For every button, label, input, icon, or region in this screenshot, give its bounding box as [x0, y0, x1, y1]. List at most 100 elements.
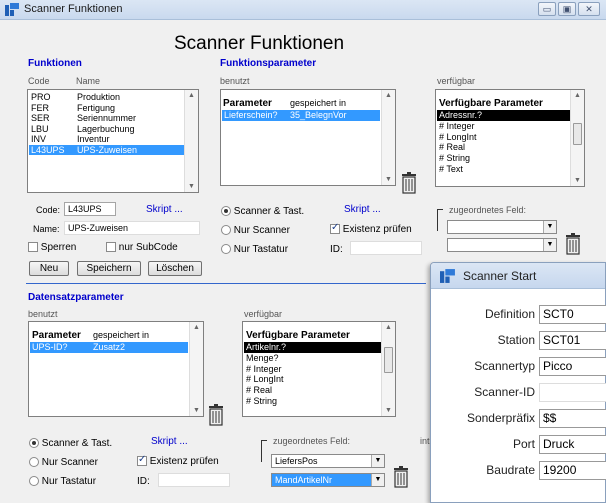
chevron-down-icon[interactable]: ▼ — [543, 239, 556, 251]
fp-field-combo-1[interactable]: ▼ — [447, 220, 557, 234]
funktion-name: Produktion — [77, 92, 121, 102]
dp-field-combo-1[interactable]: LiefersPos ▼ — [271, 454, 385, 468]
scanner-start-field-label: Scannertyp — [474, 359, 535, 373]
funktion-row[interactable]: FER Fertigung — [29, 103, 185, 113]
fp-zugeordnet-label: zugeordnetes Feld: — [449, 205, 527, 215]
fp-trash-icon[interactable] — [401, 172, 417, 194]
available-param-row[interactable]: Adressnr.? — [437, 110, 570, 121]
minimize-icon[interactable]: ▭ — [538, 2, 556, 16]
scroll-down-icon[interactable]: ▼ — [188, 183, 195, 190]
dp-used-list[interactable]: Parameter gespeichert in UPS-ID? Zusatz2… — [28, 321, 204, 417]
fp-skript-link[interactable]: Skript ... — [344, 204, 381, 215]
close-icon[interactable]: ✕ — [578, 2, 600, 16]
subcode-label: nur SubCode — [118, 242, 178, 253]
fp-used-saved: 35_BelegnVor — [290, 110, 347, 120]
scroll-thumb[interactable] — [384, 347, 393, 373]
scroll-down-icon[interactable]: ▼ — [385, 176, 392, 183]
funktion-row[interactable]: SER Seriennummer — [29, 113, 185, 123]
dp-used-scrollbar[interactable]: ▲ ▼ — [189, 322, 203, 416]
fp-existenz-checkbox[interactable]: Existenz prüfen — [330, 222, 412, 235]
maximize-icon[interactable]: ▣ — [558, 2, 576, 16]
dp-radio-nur-scanner[interactable]: Nur Scanner — [29, 457, 98, 468]
window-title: Scanner Funktionen — [24, 3, 123, 15]
dp-used-saved: Zusatz2 — [93, 342, 126, 352]
col-code-label: Code — [28, 76, 50, 86]
available-param-row[interactable]: # LongInt — [244, 374, 381, 385]
available-param-row[interactable]: # String — [244, 396, 381, 407]
funktionen-scrollbar[interactable]: ▲ ▼ — [184, 90, 198, 192]
dp-field-trash-icon[interactable] — [393, 466, 409, 488]
funktion-code: PRO — [31, 92, 51, 102]
scanner-start-field-value[interactable] — [539, 383, 606, 402]
scroll-up-icon[interactable]: ▲ — [574, 92, 581, 99]
available-param-row[interactable]: # Real — [244, 385, 381, 396]
dp-combo1-value: LiefersPos — [275, 456, 318, 466]
available-param-row[interactable]: Menge? — [244, 353, 381, 364]
scroll-thumb[interactable] — [573, 123, 582, 145]
dp-avail-scrollbar[interactable]: ▲ ▼ — [381, 322, 395, 416]
chevron-down-icon[interactable]: ▼ — [371, 455, 384, 467]
funktion-row[interactable]: INV Inventur — [29, 134, 185, 144]
available-param-row[interactable]: Artikelnr.? — [244, 342, 381, 353]
fp-avail-list[interactable]: Verfügbare Parameter Adressnr.? # Integer… — [435, 89, 585, 187]
available-param-row[interactable]: # Real — [437, 142, 570, 153]
scroll-up-icon[interactable]: ▲ — [188, 92, 195, 99]
fp-radio-nur-scanner-label: Nur Scanner — [233, 225, 290, 236]
fp-avail-scrollbar[interactable]: ▲ ▼ — [570, 90, 584, 186]
scanner-start-titlebar[interactable]: Scanner Start — [431, 263, 605, 289]
fp-col-param: Parameter — [223, 98, 272, 109]
name-input[interactable]: UPS-Zuweisen — [64, 221, 200, 235]
scanner-start-field-value[interactable]: Picco — [539, 357, 606, 376]
funktion-row[interactable]: PRO Produktion — [29, 92, 185, 102]
fp-field-combo-2[interactable]: ▼ — [447, 238, 557, 252]
scroll-down-icon[interactable]: ▼ — [193, 407, 200, 414]
scroll-up-icon[interactable]: ▲ — [385, 324, 392, 331]
scanner-start-field-value[interactable]: SCT01 — [539, 331, 606, 350]
scroll-up-icon[interactable]: ▲ — [193, 324, 200, 331]
scanner-start-field-value[interactable]: $$ — [539, 409, 606, 428]
fp-col-saved: gespeichert in — [290, 98, 347, 108]
available-param-row[interactable]: # Integer — [244, 364, 381, 375]
sperren-checkbox[interactable]: Sperren — [28, 242, 76, 253]
fp-radio-nur-scanner[interactable]: Nur Scanner — [221, 225, 290, 236]
scroll-up-icon[interactable]: ▲ — [385, 92, 392, 99]
scroll-down-icon[interactable]: ▼ — [574, 177, 581, 184]
available-param-row[interactable]: # Text — [437, 164, 570, 175]
dp-skript-link[interactable]: Skript ... — [151, 436, 188, 447]
fp-field-trash-icon[interactable] — [565, 233, 581, 255]
dp-existenz-checkbox[interactable]: Existenz prüfen — [137, 454, 219, 467]
dp-radio-nur-tastatur[interactable]: Nur Tastatur — [29, 476, 96, 487]
dp-avail-list[interactable]: Verfügbare Parameter Artikelnr.? Menge? # … — [242, 321, 396, 417]
available-param-row[interactable]: # LongInt — [437, 132, 570, 143]
dp-trash-icon[interactable] — [208, 404, 224, 426]
dp-radio-scanner-tast[interactable]: Scanner & Tast. — [29, 438, 112, 449]
funktionen-list[interactable]: PRO Produktion FER Fertigung SER Seriennummer… — [27, 89, 199, 193]
fp-used-list[interactable]: Parameter gespeichert in Lieferschein? 3… — [220, 89, 396, 186]
dp-used-row[interactable]: UPS-ID? Zusatz2 — [30, 342, 188, 353]
dp-field-combo-2[interactable]: MandArtikelNr ▼ — [271, 473, 385, 487]
scanner-start-field-value[interactable]: SCT0 — [539, 305, 606, 324]
funktion-name: Seriennummer — [77, 113, 137, 124]
loeschen-button[interactable]: Löschen — [148, 261, 202, 276]
scanner-start-field-value[interactable]: Druck — [539, 435, 606, 454]
scanner-start-field-value[interactable]: 19200 — [539, 461, 606, 480]
scanner-start-window[interactable]: Scanner Start Definition SCT0 Station SCT01… — [430, 262, 606, 503]
dp-id-input[interactable] — [158, 473, 230, 487]
available-param-row[interactable]: # String — [437, 153, 570, 164]
neu-button[interactable]: Neu — [29, 261, 69, 276]
funktion-row[interactable]: L43UPS UPS-Zuweisen — [29, 145, 185, 155]
chevron-down-icon[interactable]: ▼ — [371, 474, 384, 486]
fp-used-scrollbar[interactable]: ▲ ▼ — [381, 90, 395, 185]
funktion-row[interactable]: LBU Lagerbuchung — [29, 124, 185, 134]
subcode-checkbox[interactable]: nur SubCode — [106, 242, 178, 253]
fp-used-row[interactable]: Lieferschein? 35_BelegnVor — [222, 110, 380, 121]
code-input[interactable]: L43UPS — [64, 202, 116, 216]
speichern-button[interactable]: Speichern — [77, 261, 141, 276]
scroll-down-icon[interactable]: ▼ — [385, 407, 392, 414]
fp-id-input[interactable] — [350, 241, 422, 255]
funktionen-skript-link[interactable]: Skript ... — [146, 204, 183, 215]
fp-radio-scanner-tast[interactable]: Scanner & Tast. — [221, 206, 304, 217]
fp-radio-nur-tastatur[interactable]: Nur Tastatur — [221, 244, 288, 255]
chevron-down-icon[interactable]: ▼ — [543, 221, 556, 233]
available-param-row[interactable]: # Integer — [437, 121, 570, 132]
